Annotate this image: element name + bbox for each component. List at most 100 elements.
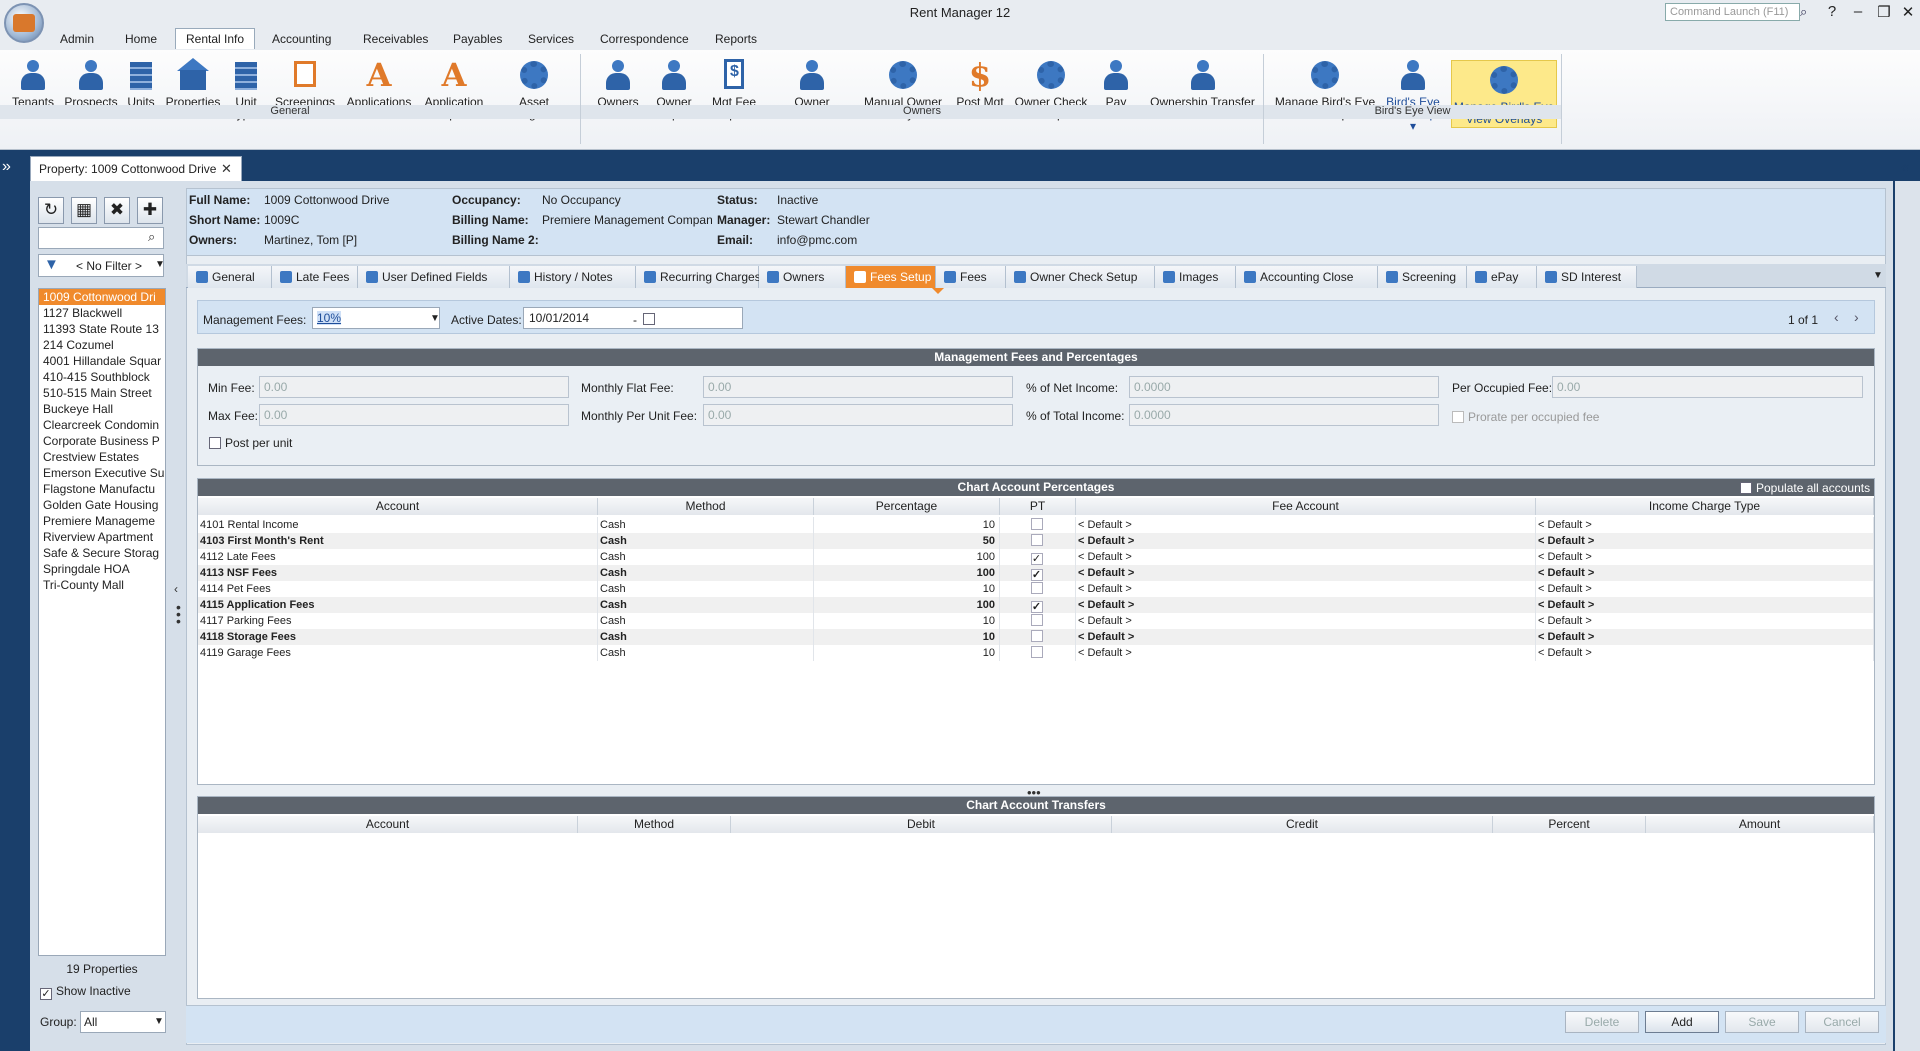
ribbon-owners-button-5[interactable]: $Post MgtFees (950, 56, 1010, 134)
tab-fees-setup[interactable]: Fees Setup (846, 266, 936, 288)
ribbon-owners-button-1[interactable]: OwnerProspects (640, 56, 708, 134)
ribbon-owners-button-8[interactable]: Ownership TransferWizard (1145, 56, 1260, 134)
ribbon-general-button-4[interactable]: UnitTypes (224, 56, 268, 134)
active-dates-end-checkbox[interactable] (643, 312, 659, 326)
tab-recurring-charges[interactable]: Recurring Charges (636, 266, 761, 288)
chevron-down-icon[interactable]: ▼ (155, 259, 165, 270)
checkbox-checked-icon[interactable]: ✓ (40, 988, 52, 1000)
app-logo-icon[interactable] (4, 3, 44, 43)
tab-owners[interactable]: Owners (759, 266, 846, 288)
column-header[interactable]: Amount (1646, 816, 1874, 833)
previous-icon[interactable]: ‹ (1834, 309, 1839, 325)
property-list-item[interactable]: 410-415 Southblock (39, 369, 165, 385)
pt-checkbox[interactable]: ✓ (1030, 553, 1043, 565)
table-row[interactable]: 4112 Late Fees Cash 100 ✓ < Default > < Defau… (198, 549, 1874, 565)
pt-checkbox[interactable] (1030, 630, 1043, 642)
table-row[interactable]: 4117 Parking Fees Cash 10 < Default > < Defa… (198, 613, 1874, 629)
expand-left-icon[interactable]: » (2, 158, 11, 176)
cell-pt[interactable]: ✓ (1000, 565, 1076, 581)
tab-accounting-close[interactable]: Accounting Close (1236, 266, 1378, 288)
close-tab-icon[interactable]: ✕ (221, 161, 232, 177)
property-list-item[interactable]: 510-515 Main Street (39, 385, 165, 401)
expand-right-icon[interactable]: « (1901, 159, 1910, 177)
chevron-down-icon[interactable]: ▼ (430, 313, 440, 324)
tab-late-fees[interactable]: Late Fees (272, 266, 358, 288)
ribbon-owners-button-3[interactable]: OwnerContributions (768, 56, 856, 134)
property-list-item[interactable]: Clearcreek Condomin (39, 417, 165, 433)
ribbon-general-button-2[interactable]: Units (121, 56, 161, 134)
min-fee-input[interactable]: 0.00 (259, 376, 569, 398)
post-per-unit-checkbox[interactable]: Post per unit (209, 436, 292, 450)
tab-images[interactable]: Images (1155, 266, 1236, 288)
property-list-item[interactable]: 214 Cozumel (39, 337, 165, 353)
table-row[interactable]: 4114 Pet Fees Cash 10 < Default > < Default … (198, 581, 1874, 597)
cell-pt[interactable] (1000, 517, 1076, 533)
tab-screening[interactable]: Screening (1378, 266, 1467, 288)
monthly-flat-fee-input[interactable]: 0.00 (703, 376, 1013, 398)
ribbon-owners-button-7[interactable]: PayOwners (1090, 56, 1142, 134)
pt-checkbox[interactable]: ✓ (1030, 569, 1043, 581)
refresh-icon[interactable]: ↻ (38, 197, 64, 224)
max-fee-input[interactable]: 0.00 (259, 404, 569, 426)
ribbon-owners-button-2[interactable]: $Mgt FeeTemplates (700, 56, 768, 134)
property-list-item[interactable]: 1127 Blackwell (39, 305, 165, 321)
ribbon-general-button-1[interactable]: Prospects (61, 56, 121, 134)
search-icon[interactable]: ⌕ (1800, 4, 1807, 20)
property-list[interactable]: 1009 Cottonwood Dri 1127 Blackwell 11393 S… (38, 288, 166, 956)
pt-checkbox[interactable] (1030, 646, 1043, 658)
property-list-item[interactable]: Corporate Business P (39, 433, 165, 449)
property-list-item[interactable]: Buckeye Hall (39, 401, 165, 417)
column-header[interactable]: Fee Account (1076, 498, 1536, 515)
prorate-checkbox[interactable]: Prorate per occupied fee (1452, 410, 1599, 424)
column-header[interactable]: Method (598, 498, 814, 515)
cell-pt[interactable] (1000, 581, 1076, 597)
cell-pt[interactable] (1000, 645, 1076, 661)
menu-receivables[interactable]: Receivables (355, 30, 436, 48)
management-fees-select[interactable]: 10% (312, 307, 440, 329)
cell-pt[interactable] (1000, 629, 1076, 645)
show-inactive-checkbox[interactable]: ✓ Show Inactive (40, 984, 131, 1000)
maximize-button[interactable]: ❒ (1872, 3, 1896, 23)
property-list-item[interactable]: 11393 State Route 13 (39, 321, 165, 337)
table-row[interactable]: 4119 Garage Fees Cash 10 < Default > < Defau… (198, 645, 1874, 661)
ribbon-general-button-8[interactable]: AssetManagement (490, 56, 578, 134)
menu-services[interactable]: Services (520, 30, 582, 48)
ribbon-owners-button-4[interactable]: Manual OwnerPay (853, 56, 953, 134)
pt-checkbox[interactable] (1030, 582, 1043, 594)
ribbon-birdseye-button-0[interactable]: Manage Bird's EyeView Maps (1267, 56, 1383, 134)
property-list-item[interactable]: 1009 Cottonwood Dri (39, 289, 165, 305)
delete-button[interactable]: Delete (1565, 1011, 1639, 1033)
column-header[interactable]: Percentage (814, 498, 1000, 515)
pt-checkbox[interactable] (1030, 534, 1043, 546)
net-income-input[interactable]: 0.0000 (1129, 376, 1439, 398)
per-occupied-fee-input[interactable]: 0.00 (1552, 376, 1863, 398)
column-header[interactable]: Method (578, 816, 731, 833)
cell-pt[interactable]: ✓ (1000, 597, 1076, 613)
tab-general[interactable]: General (188, 266, 272, 288)
document-tab[interactable]: Property: 1009 Cottonwood Drive (30, 156, 242, 181)
next-icon[interactable]: › (1854, 309, 1859, 325)
table-row[interactable]: 4118 Storage Fees Cash 10 < Default > < Defa… (198, 629, 1874, 645)
collapse-left-icon[interactable]: ‹ (174, 582, 178, 596)
pt-checkbox[interactable] (1030, 614, 1043, 626)
chevron-down-icon[interactable]: ▼ (154, 1016, 164, 1027)
cancel-button[interactable]: Cancel (1805, 1011, 1879, 1033)
tab-user-defined-fields[interactable]: User Defined Fields (358, 266, 510, 288)
table-row[interactable]: 4103 First Month's Rent Cash 50 < Default >… (198, 533, 1874, 549)
menu-accounting[interactable]: Accounting (264, 30, 339, 48)
property-list-item[interactable]: Crestview Estates (39, 449, 165, 465)
menu-correspondence[interactable]: Correspondence (592, 30, 697, 48)
clear-icon[interactable]: ✖ (104, 197, 130, 224)
property-list-item[interactable]: Tri-County Mall (39, 577, 165, 593)
property-list-item[interactable]: Flagstone Manufactu (39, 481, 165, 497)
column-header[interactable]: PT (1000, 498, 1076, 515)
ribbon-general-button-3[interactable]: Properties (163, 56, 223, 134)
search-icon[interactable]: ⌕ (148, 229, 155, 245)
pt-checkbox[interactable] (1030, 518, 1043, 530)
column-header[interactable]: Debit (731, 816, 1112, 833)
menu-rental-info[interactable]: Rental Info (175, 28, 256, 49)
add-button[interactable]: Add (1645, 1011, 1719, 1033)
chevron-down-icon[interactable]: ▼ (1873, 270, 1883, 281)
splitter-handle[interactable]: ••• (176, 600, 181, 628)
cell-pt[interactable] (1000, 613, 1076, 629)
